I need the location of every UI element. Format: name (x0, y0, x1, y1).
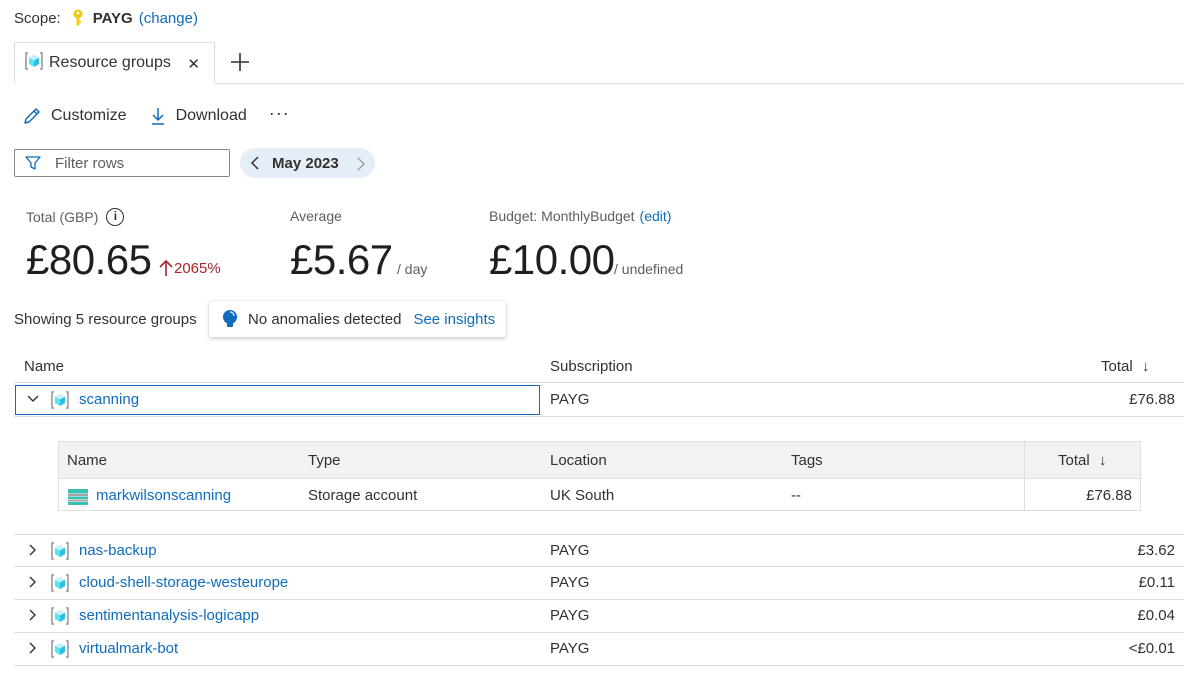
resource-group-icon (51, 574, 69, 592)
anomaly-text: No anomalies detected (248, 310, 402, 328)
resource-group-icon (51, 640, 69, 658)
resource-group-link[interactable]: nas-backup (79, 542, 157, 559)
table-row[interactable]: virtualmark-bot PAYG <£0.01 (14, 633, 1184, 666)
plus-icon[interactable] (228, 50, 252, 74)
sort-down-icon[interactable]: ↓ (1099, 452, 1107, 469)
average-unit: / day (397, 261, 428, 277)
key-icon (71, 9, 85, 27)
download-label: Download (175, 107, 247, 124)
nested-column-name[interactable]: Name (67, 452, 107, 469)
chevron-right-icon[interactable] (356, 156, 366, 172)
resource-link[interactable]: markwilsonscanning (96, 487, 231, 504)
chevron-down-icon[interactable] (26, 392, 40, 406)
resource-group-link[interactable]: virtualmark-bot (79, 640, 178, 657)
close-icon[interactable]: ✕ (187, 55, 200, 73)
subscription-cell: PAYG (550, 640, 590, 657)
nested-resource-table: Name Type Location Tags Total ↓ markwils… (58, 441, 1141, 511)
resource-group-icon (51, 542, 69, 560)
toolbar: Customize Download ··· (22, 103, 290, 128)
total-value: £80.65 (26, 236, 152, 283)
nested-column-tags[interactable]: Tags (791, 452, 823, 469)
budget-value: £10.00 (489, 236, 615, 283)
table-row[interactable]: scanning PAYG £76.88 (14, 384, 1184, 417)
tab-resource-groups[interactable]: Resource groups ✕ (14, 42, 215, 84)
total-label-group: Total (GBP) i (26, 208, 125, 226)
subscription-cell: PAYG (550, 391, 590, 408)
budget-unit: / undefined (614, 261, 684, 277)
budget-label-group: Budget: MonthlyBudget (edit) (489, 208, 671, 224)
download-button[interactable]: Download (149, 106, 247, 126)
filter-input[interactable]: Filter rows (14, 149, 230, 177)
customize-label: Customize (51, 107, 127, 124)
download-icon (151, 108, 164, 125)
anomaly-card: No anomalies detected See insights (209, 301, 506, 337)
nested-column-total[interactable]: Total (1058, 452, 1090, 469)
scope-value: PAYG (92, 9, 133, 27)
grid-header: Name Subscription Total ↓ (14, 349, 1184, 383)
filter-placeholder: Filter rows (55, 154, 125, 172)
more-actions-button[interactable]: ··· (269, 103, 290, 124)
total-change: 2065% (158, 258, 221, 278)
column-subscription[interactable]: Subscription (550, 358, 633, 375)
total-cell: <£0.01 (1128, 640, 1175, 657)
customize-button[interactable]: Customize (22, 106, 127, 126)
total-cell: £0.11 (1138, 574, 1175, 591)
lightbulb-icon (223, 310, 237, 327)
average-label: Average (290, 208, 342, 224)
subscription-cell: PAYG (550, 542, 590, 559)
scope-bar: Scope: PAYG (change) (14, 8, 198, 28)
arrow-up-icon (159, 259, 173, 276)
total-cell: £76.88 (1086, 487, 1132, 504)
tab-bar: Resource groups ✕ (14, 42, 1184, 84)
resource-group-icon (51, 607, 69, 625)
total-cell: £0.04 (1137, 607, 1175, 624)
table-row[interactable]: cloud-shell-storage-westeurope PAYG £0.1… (14, 567, 1184, 600)
see-insights-link[interactable]: See insights (413, 311, 495, 328)
resource-group-link[interactable]: scanning (79, 391, 139, 408)
storage-account-icon (68, 489, 88, 505)
sort-down-icon[interactable]: ↓ (1142, 358, 1150, 375)
resource-group-icon (25, 52, 43, 74)
table-row[interactable]: sentimentanalysis-logicapp PAYG £0.04 (14, 600, 1184, 633)
chevron-left-icon[interactable] (250, 155, 260, 171)
scope-label: Scope: (14, 9, 61, 27)
tags-cell: -- (791, 487, 801, 504)
budget-edit-link[interactable]: (edit) (640, 208, 672, 224)
tab-label: Resource groups (49, 54, 171, 71)
showing-count: Showing 5 resource groups (14, 311, 197, 328)
type-cell: Storage account (308, 487, 418, 504)
total-cell: £76.88 (1129, 391, 1175, 408)
pencil-icon (24, 108, 40, 124)
period-selector[interactable]: May 2023 (240, 148, 375, 178)
total-label: Total (GBP) (26, 209, 99, 225)
filter-icon (25, 156, 41, 170)
nested-column-type[interactable]: Type (308, 452, 341, 469)
chevron-right-icon[interactable] (26, 608, 40, 622)
average-value: £5.67 (290, 236, 393, 283)
scope-change-link[interactable]: (change) (139, 10, 198, 27)
chevron-right-icon[interactable] (26, 543, 40, 557)
column-divider (1024, 442, 1025, 510)
resource-group-link[interactable]: sentimentanalysis-logicapp (79, 607, 259, 624)
location-cell: UK South (550, 487, 615, 504)
total-cell: £3.62 (1137, 542, 1175, 559)
chevron-right-icon[interactable] (26, 575, 40, 589)
budget-label: Budget: MonthlyBudget (489, 208, 635, 224)
subscription-cell: PAYG (550, 607, 590, 624)
column-total[interactable]: Total (1101, 358, 1133, 375)
nested-header: Name Type Location Tags Total ↓ (59, 442, 1140, 479)
info-icon[interactable]: i (106, 208, 125, 226)
resource-group-icon (51, 391, 69, 409)
column-name[interactable]: Name (24, 358, 64, 375)
total-change-percent: 2065% (174, 259, 221, 277)
table-row[interactable]: nas-backup PAYG £3.62 (14, 534, 1184, 567)
period-label: May 2023 (272, 154, 339, 172)
resource-group-link[interactable]: cloud-shell-storage-westeurope (79, 574, 288, 591)
chevron-right-icon[interactable] (26, 641, 40, 655)
subscription-cell: PAYG (550, 574, 590, 591)
nested-column-location[interactable]: Location (550, 452, 607, 469)
